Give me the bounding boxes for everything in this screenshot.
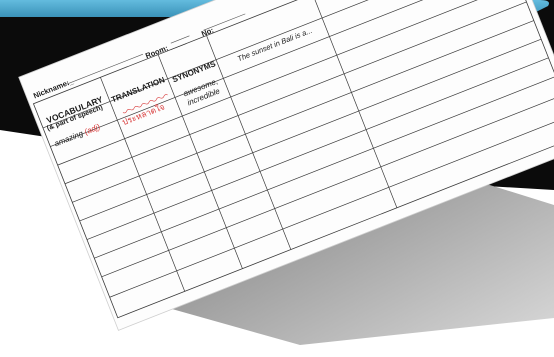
- paper-sheet: [18, 0, 554, 331]
- vocabulary-worksheet: [18, 0, 554, 331]
